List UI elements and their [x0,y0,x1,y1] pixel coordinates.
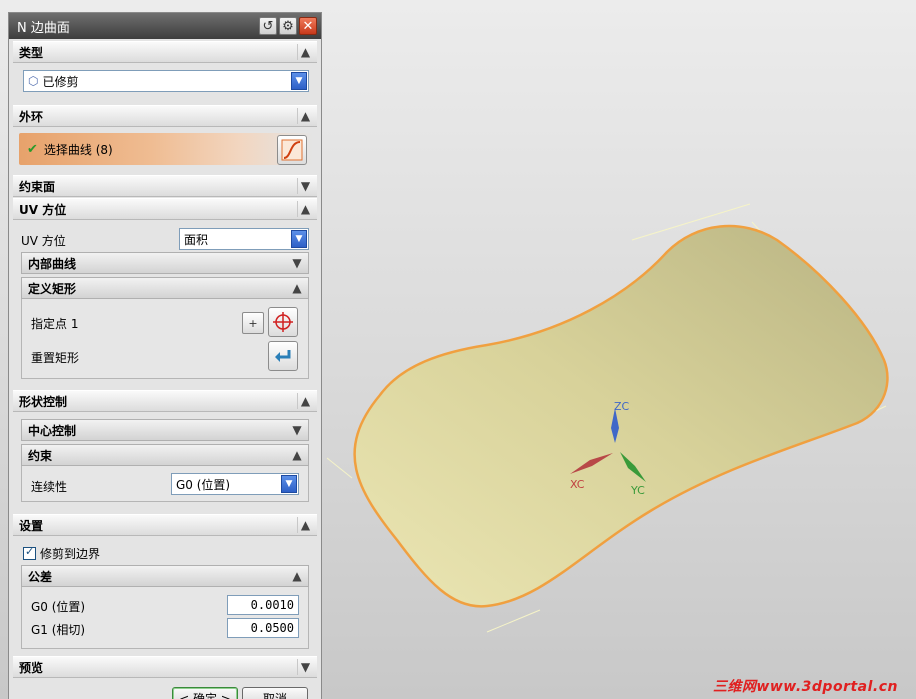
surface-type-icon: ⬡ [28,74,39,88]
watermark: 三维网www.3dportal.cn [712,679,898,695]
continuity-value: G0 (位置) [176,477,231,492]
reset-icon[interactable]: ↺ [259,17,277,35]
section-preview[interactable]: 预览 ▼ [13,656,317,678]
tangent-line [486,609,541,633]
chevron-down-icon[interactable]: ▼ [297,659,313,675]
viewport-svg: ZC XC YC [326,203,889,633]
uv-combo[interactable]: 面积 ▼ [179,228,309,250]
chevron-down-icon[interactable]: ▼ [290,422,304,438]
inner-curves-label: 内部曲线 [28,256,77,271]
cancel-button[interactable]: 取消 [242,687,308,699]
sub-center-control[interactable]: 中心控制 ▼ [21,419,309,441]
section-type[interactable]: 类型 ▲ [13,41,317,63]
define-rect-label: 定义矩形 [28,281,77,296]
crosshair-icon [273,312,293,332]
preview-label: 预览 [19,660,44,675]
trim-label: 修剪到边界 [40,547,101,561]
point-dialog-button[interactable]: + [242,312,264,334]
reset-rect-label: 重置矩形 [31,351,80,365]
curve-button[interactable] [277,135,307,165]
section-uv-label: UV 方位 [19,202,67,217]
select-curve-row[interactable]: ✔ 选择曲线 (8) [19,133,313,165]
center-control-label: 中心控制 [28,423,77,438]
chevron-up-icon[interactable]: ▲ [297,517,313,533]
graphics-viewport[interactable]: ZC XC YC [322,0,916,699]
chevron-up-icon[interactable]: ▲ [290,447,304,463]
shape-control-label: 形状控制 [19,394,68,409]
chevron-up-icon[interactable]: ▲ [290,568,304,584]
g1-label: G1 (相切) [31,623,86,637]
continuity-label: 连续性 [31,480,68,494]
xc-label: XC [570,478,585,491]
chevron-down-icon[interactable]: ▼ [291,230,307,248]
continuity-combo[interactable]: G0 (位置) ▼ [171,473,299,495]
select-curve-label: 选择曲线 (8) [43,142,113,157]
chevron-up-icon[interactable]: ▲ [297,108,313,124]
sub-inner-curves[interactable]: 内部曲线 ▼ [21,252,309,274]
reset-rect-button[interactable] [268,341,298,371]
type-combo[interactable]: ⬡ 已修剪 ▼ [23,70,309,92]
crosshair-button[interactable] [268,307,298,337]
section-type-label: 类型 [19,45,44,60]
n-side-surface-dialog: N 边曲面 ↺ ⚙ ✕ 类型 ▲ ⬡ 已修剪 ▼ 外环 ▲ ✔ 选择曲线 (8)… [8,12,322,699]
dialog-titlebar[interactable]: N 边曲面 ↺ ⚙ ✕ [9,13,321,39]
chevron-up-icon[interactable]: ▲ [297,393,313,409]
chevron-up-icon[interactable]: ▲ [297,44,313,60]
yc-label: YC [630,484,645,497]
curve-icon [281,139,303,161]
uv-field-label: UV 方位 [21,234,66,248]
sub-define-rect[interactable]: 定义矩形 ▲ [21,277,309,299]
section-constraint-face-label: 约束面 [19,179,56,194]
check-icon: ✔ [27,141,38,157]
section-outer-loop-label: 外环 [19,109,44,124]
ok-button[interactable]: < 确定 > [172,687,238,699]
g1-input[interactable]: 0.0500 [227,618,299,638]
sub-constraint[interactable]: 约束 ▲ [21,444,309,466]
section-shape-control[interactable]: 形状控制 ▲ [13,390,317,412]
tangent-line [326,457,353,479]
section-settings[interactable]: 设置 ▲ [13,514,317,536]
section-uv-orientation[interactable]: UV 方位 ▲ [13,198,317,220]
tolerance-label: 公差 [28,569,53,584]
settings-label: 设置 [19,518,44,533]
trim-to-boundary-checkbox[interactable]: 修剪到边界 [23,545,100,562]
point-dialog-icon: + [248,316,258,330]
point-label: 指定点 1 [31,317,79,331]
chevron-up-icon[interactable]: ▲ [297,201,313,217]
constraint-label: 约束 [28,448,53,463]
zc-label: ZC [614,400,630,413]
uv-combo-value: 面积 [184,232,209,247]
n-side-surface[interactable] [353,224,889,608]
chevron-down-icon[interactable]: ▼ [290,255,304,271]
close-icon[interactable]: ✕ [299,17,317,35]
define-rect-panel [21,299,309,379]
type-combo-value: 已修剪 [42,74,79,89]
section-constraint-face[interactable]: 约束面 ▼ [13,175,317,197]
chevron-down-icon[interactable]: ▼ [297,178,313,194]
checkbox-checked-icon[interactable] [23,545,36,560]
reset-rect-icon [275,350,291,362]
g0-input[interactable]: 0.0010 [227,595,299,615]
dialog-title: N 边曲面 [17,20,70,36]
g0-label: G0 (位置) [31,600,86,614]
sub-tolerance[interactable]: 公差 ▲ [21,565,309,587]
gear-icon[interactable]: ⚙ [279,17,297,35]
chevron-down-icon[interactable]: ▼ [281,475,297,493]
chevron-down-icon[interactable]: ▼ [291,72,307,90]
chevron-up-icon[interactable]: ▲ [290,280,304,296]
section-outer-loop[interactable]: 外环 ▲ [13,105,317,127]
